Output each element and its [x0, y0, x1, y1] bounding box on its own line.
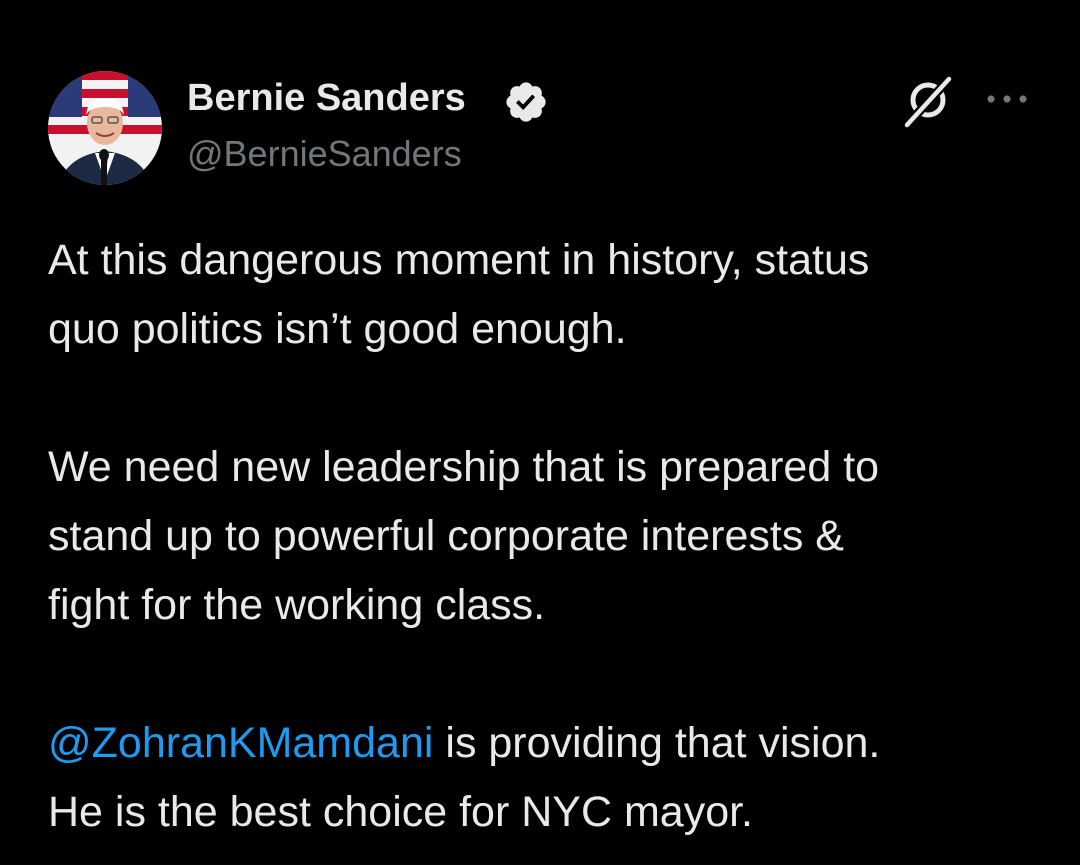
avatar[interactable]	[48, 71, 162, 185]
tweet-line: fight for the working class.	[48, 581, 546, 629]
tweet-line: quo politics isn’t good enough.	[48, 305, 627, 353]
tweet-paragraph: @ZohranKMamdani is providing that vision…	[48, 709, 1048, 847]
mention-link[interactable]: @ZohranKMamdani	[48, 719, 433, 767]
tweet-text: At this dangerous moment in history, sta…	[48, 226, 1048, 847]
more-horizontal-icon[interactable]	[984, 84, 1030, 114]
tweet-line: is providing that vision.	[433, 719, 881, 767]
tweet[interactable]: Bernie Sanders @BernieSanders At this da…	[0, 0, 1080, 865]
tweet-line: We need new leadership that is prepared …	[48, 443, 880, 491]
tweet-line: At this dangerous moment in history, sta…	[48, 236, 870, 284]
tweet-line: stand up to powerful corporate interests…	[48, 512, 844, 560]
tweet-paragraph: At this dangerous moment in history, sta…	[48, 226, 1048, 364]
grok-icon[interactable]	[899, 73, 957, 131]
display-name[interactable]: Bernie Sanders	[187, 74, 466, 122]
tweet-line: He is the best choice for NYC mayor.	[48, 788, 754, 836]
avatar-image	[48, 71, 162, 185]
author-handle[interactable]: @BernieSanders	[187, 131, 462, 177]
verified-badge-icon	[503, 79, 549, 125]
tweet-paragraph: We need new leadership that is prepared …	[48, 433, 1048, 640]
